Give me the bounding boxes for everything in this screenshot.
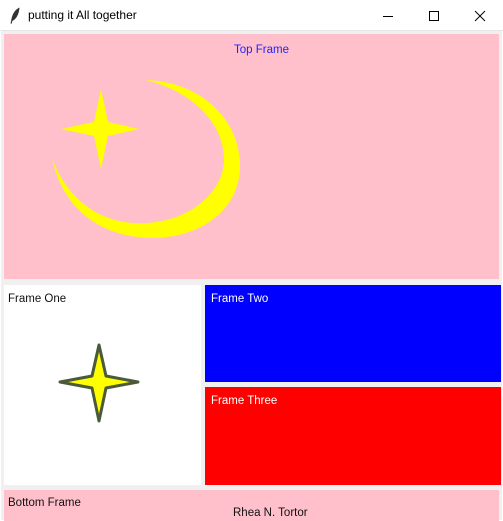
top-frame: Top Frame: [4, 34, 499, 279]
bottom-frame-label: Bottom Frame: [8, 497, 81, 509]
maximize-icon: [429, 10, 439, 21]
frame-two-label: Frame Two: [211, 293, 269, 305]
close-icon: [474, 10, 486, 21]
maximize-button[interactable]: [411, 0, 457, 31]
frame-one-canvas: [58, 343, 140, 423]
feather-icon: [10, 7, 20, 24]
frame-one: Frame One: [4, 285, 201, 485]
outlined-star-shape: [58, 343, 140, 423]
author-name: Rhea N. Tortor: [233, 507, 308, 519]
minimize-icon: [383, 15, 393, 17]
close-button[interactable]: [457, 0, 503, 31]
four-point-star-shape: [61, 89, 139, 169]
minimize-button[interactable]: [365, 0, 411, 31]
frame-three: Frame Three: [205, 387, 501, 485]
bottom-frame: Bottom Frame Rhea N. Tortor: [4, 490, 499, 521]
top-frame-canvas: [52, 80, 240, 238]
window-title: putting it All together: [28, 8, 137, 22]
frame-two: Frame Two: [205, 285, 501, 382]
window-titlebar[interactable]: putting it All together: [0, 0, 503, 31]
crescent-moon-shape: [52, 80, 240, 238]
frame-three-label: Frame Three: [211, 395, 278, 407]
